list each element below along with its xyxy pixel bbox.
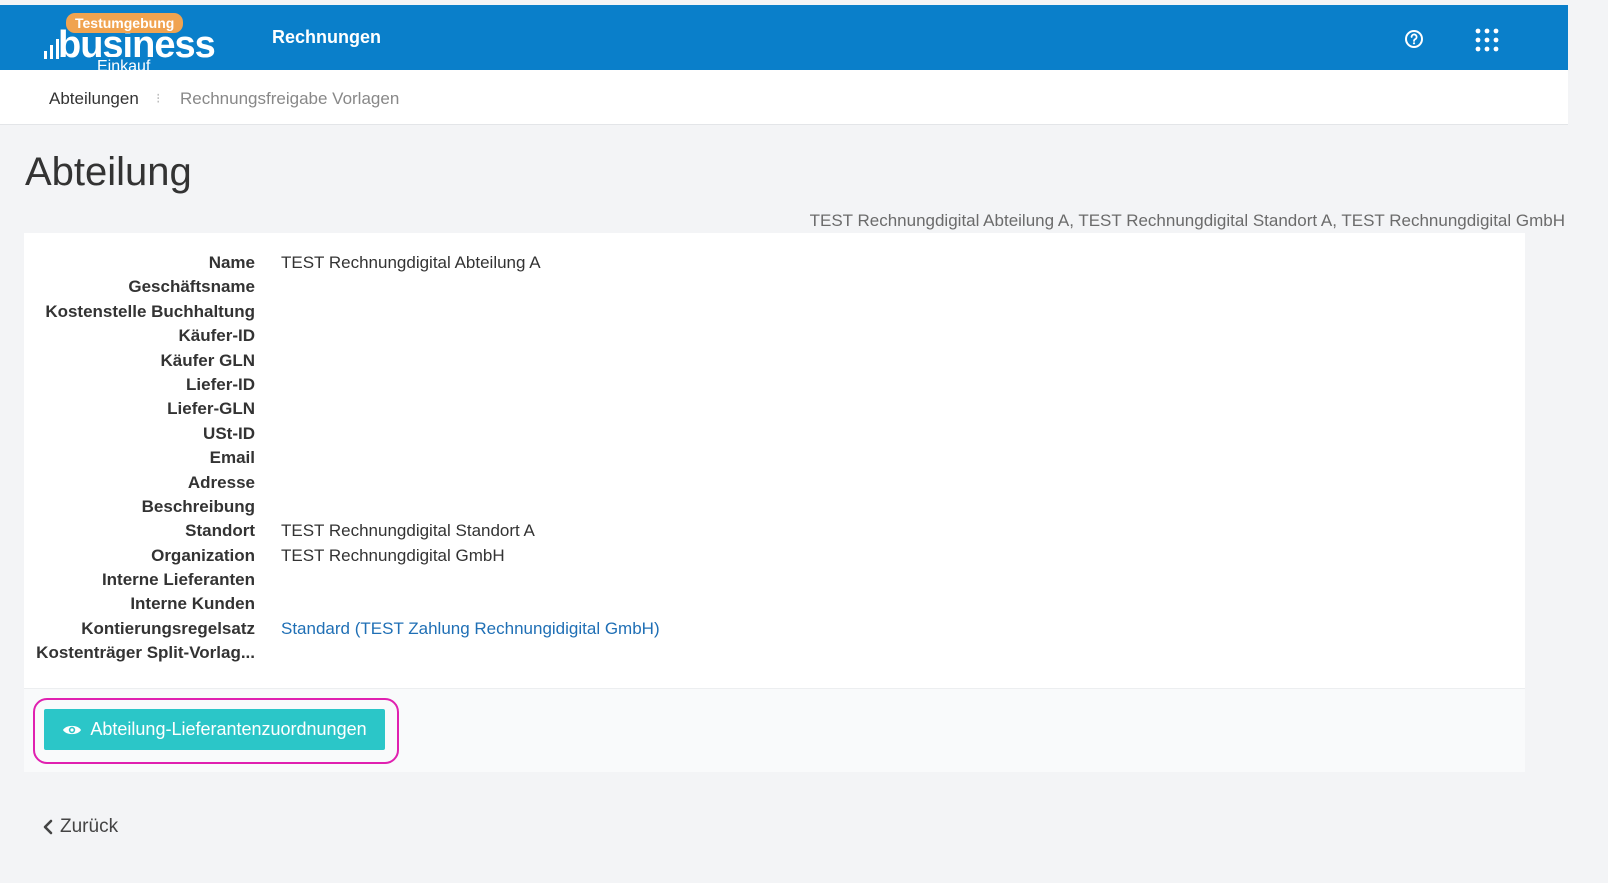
field-row: Email bbox=[24, 448, 1024, 472]
field-label: Käufer-ID bbox=[178, 326, 255, 346]
field-label: Interne Lieferanten bbox=[101, 570, 255, 590]
page-title: Abteilung bbox=[25, 150, 192, 194]
field-row: Kostenstelle Buchhaltung bbox=[24, 302, 1024, 326]
field-label: USt-ID bbox=[203, 423, 255, 443]
back-link[interactable]: Zurück bbox=[42, 816, 118, 838]
field-label: Geschäftsname bbox=[128, 277, 255, 297]
field-label: Käufer GLN bbox=[160, 350, 255, 370]
field-row: Standort TEST Rechnungdigital Standort A bbox=[24, 521, 1024, 545]
subnav-item-rechnungsfreigabe-vorlagen[interactable]: Rechnungsfreigabe Vorlagen bbox=[180, 89, 399, 109]
field-label: Name bbox=[208, 253, 255, 272]
back-label: Zurück bbox=[60, 816, 119, 837]
field-row: Käufer GLN bbox=[24, 351, 1024, 375]
department-details-card: Name TEST Rechnungdigital Abteilung A Gesc… bbox=[24, 233, 1525, 772]
field-value-link[interactable]: Standard (TEST Zahlung Rechnungidigital … bbox=[281, 619, 660, 639]
supplier-assignments-label: Abteilung-Lieferantenzuordnungen bbox=[90, 719, 367, 739]
field-row: Beschreibung bbox=[24, 497, 1024, 521]
supplier-assignments-button[interactable]: Abteilung-Lieferantenzuordnungen bbox=[44, 709, 385, 750]
field-row: Interne Lieferanten bbox=[24, 570, 1024, 594]
field-row: Käufer-ID bbox=[24, 326, 1024, 350]
field-row: Kontierungsregelsatz Standard (TEST Zahlu… bbox=[24, 619, 1024, 643]
sub-navigation: Abteilungen ⁝ Rechnungsfreigabe Vorlagen bbox=[0, 70, 1568, 125]
field-label: Beschreibung bbox=[141, 496, 255, 516]
field-row: Interne Kunden bbox=[24, 594, 1024, 618]
app-title[interactable]: Rechnungen bbox=[272, 27, 381, 48]
field-label: Kostenträger Split-Vorlag... bbox=[36, 643, 255, 663]
field-value: TEST Rechnungdigital GmbH bbox=[281, 545, 505, 565]
top-navbar: business Testumgebung Einkauf Rechnungen bbox=[0, 5, 1568, 77]
app-logo[interactable]: business Testumgebung Einkauf bbox=[40, 11, 216, 77]
eye-icon bbox=[63, 725, 82, 734]
field-label: Kostenstelle Buchhaltung bbox=[45, 301, 255, 321]
apps-grid-icon[interactable] bbox=[1474, 27, 1500, 53]
field-label: Standort bbox=[185, 521, 255, 541]
field-row: Name TEST Rechnungdigital Abteilung A bbox=[24, 253, 1024, 277]
field-label: Liefer-GLN bbox=[167, 399, 255, 419]
field-label: Organization bbox=[151, 545, 255, 565]
field-row: Kostenträger Split-Vorlag... bbox=[24, 643, 1024, 667]
field-list: Name TEST Rechnungdigital Abteilung A Gesc… bbox=[24, 253, 1024, 668]
field-row: Adresse bbox=[24, 473, 1024, 497]
subnav-item-abteilungen[interactable]: Abteilungen bbox=[49, 89, 139, 109]
environment-badge: Testumgebung bbox=[66, 13, 184, 33]
field-label: Adresse bbox=[187, 472, 255, 492]
help-circle-icon[interactable] bbox=[1403, 28, 1425, 50]
card-actions: Abteilung-Lieferantenzuordnungen bbox=[24, 688, 1525, 772]
field-row: Geschäftsname bbox=[24, 277, 1024, 301]
field-label: Email bbox=[209, 448, 255, 468]
field-row: USt-ID bbox=[24, 424, 1024, 448]
field-row: Organization TEST Rechnungdigital GmbH bbox=[24, 546, 1024, 570]
context-path: TEST Rechnungdigital Abteilung A, TEST R… bbox=[809, 211, 1565, 230]
field-value: TEST Rechnungdigital Abteilung A bbox=[281, 253, 541, 272]
field-row: Liefer-GLN bbox=[24, 399, 1024, 423]
field-value: TEST Rechnungdigital Standort A bbox=[281, 521, 535, 541]
field-label: Kontierungsregelsatz bbox=[81, 618, 255, 638]
chevron-left-icon bbox=[43, 819, 53, 835]
subnav-separator: ⁝ bbox=[156, 90, 161, 106]
field-label: Interne Kunden bbox=[130, 594, 255, 614]
field-label: Liefer-ID bbox=[186, 374, 255, 394]
field-row: Liefer-ID bbox=[24, 375, 1024, 399]
